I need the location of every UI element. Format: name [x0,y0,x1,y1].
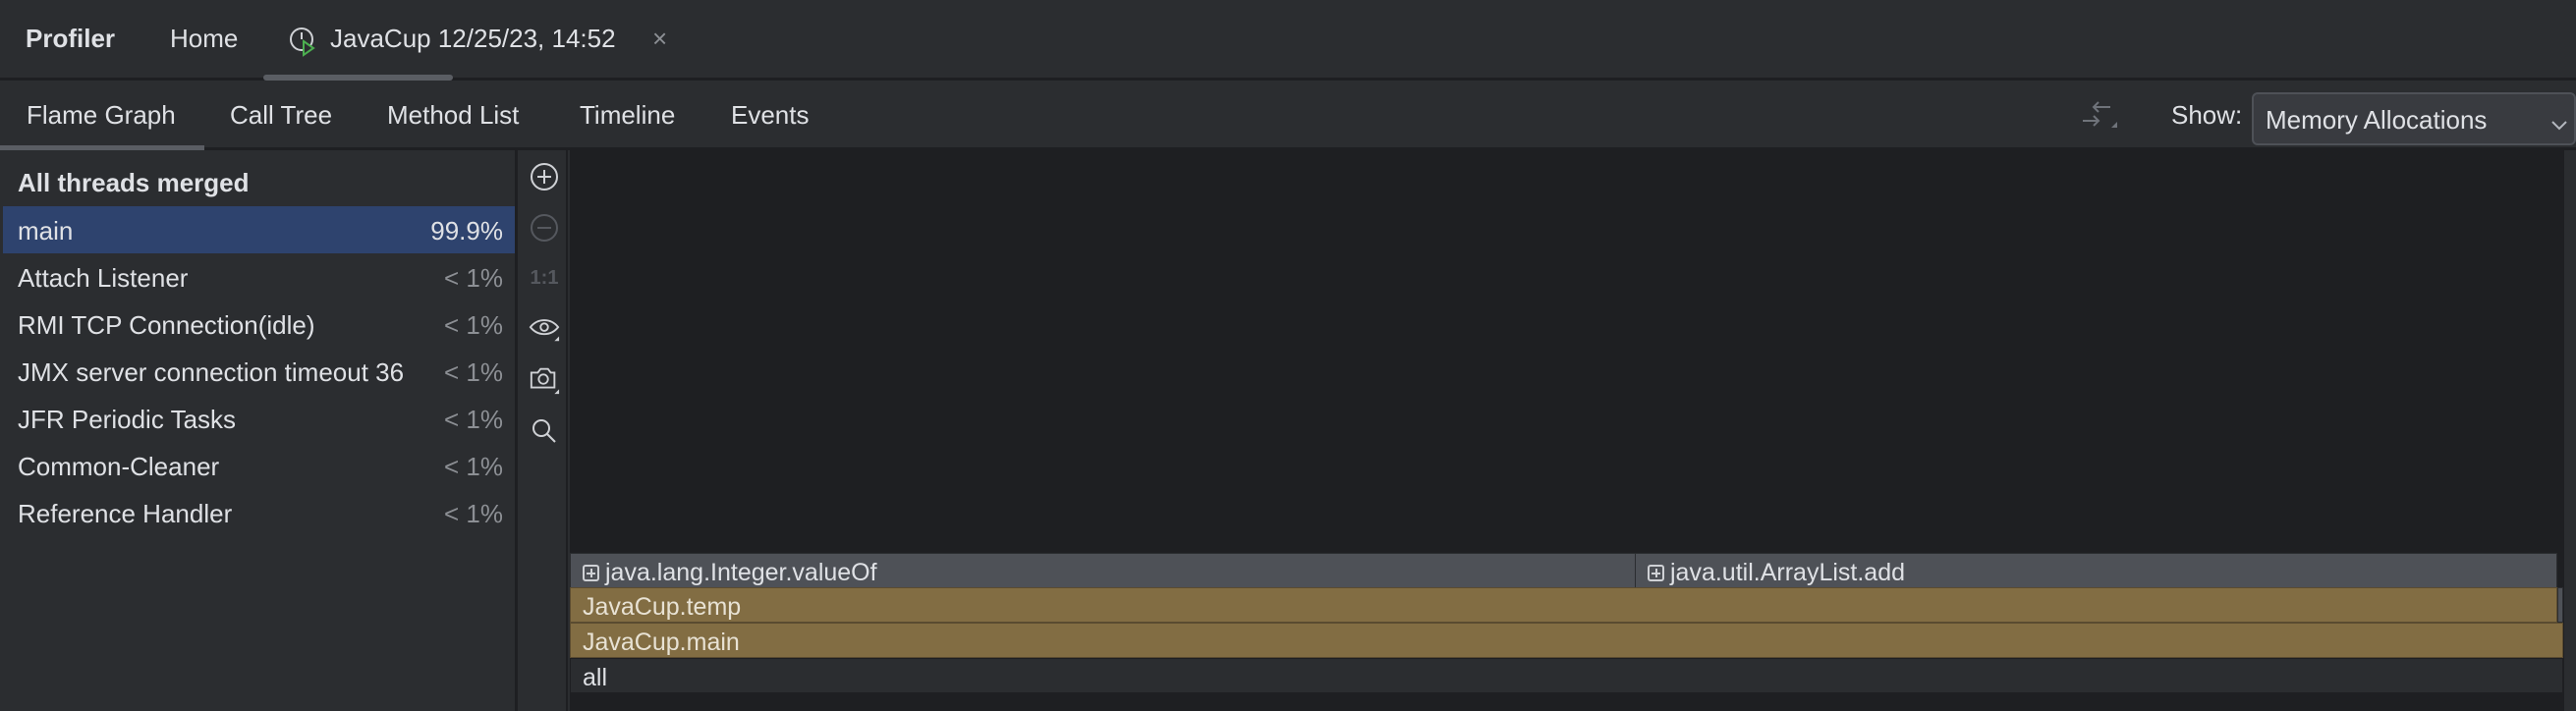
thread-name: JFR Periodic Tasks [18,405,237,434]
flame-frame-integer-valueof[interactable]: java.lang.Integer.valueOf [570,553,1636,588]
zoom-in-icon[interactable] [529,161,560,192]
frame-label: java.util.ArrayList.add [1670,559,1906,586]
view-tabs: Flame Graph Call Tree Method List Timeli… [0,83,2576,150]
thread-percent: < 1% [444,310,503,340]
thread-percent: < 1% [444,452,503,481]
app-title: Profiler [26,24,116,53]
flame-frame-javacup-main[interactable]: JavaCup.main [570,623,2563,658]
search-icon[interactable] [529,415,560,447]
tab-flame-graph[interactable]: Flame Graph [27,100,176,131]
reset-zoom-button[interactable]: 1:1 [529,262,560,294]
flame-frame-arraylist-add[interactable]: java.util.ArrayList.add [1635,553,2557,588]
eye-icon[interactable] [529,313,560,345]
thread-row[interactable]: Common-Cleaner < 1% [3,442,515,489]
thread-name: RMI TCP Connection(idle) [18,310,315,340]
frame-label: JavaCup.temp [583,593,742,621]
tab-call-tree[interactable]: Call Tree [230,100,332,131]
graph-toolbar: 1:1 [521,150,568,711]
show-label: Show: [2171,100,2243,130]
camera-icon[interactable] [529,364,560,396]
tab-method-list[interactable]: Method List [387,100,519,131]
home-tab[interactable]: Home [170,24,238,54]
thread-list-header[interactable]: All threads merged [18,168,250,198]
thread-row[interactable]: JMX server connection timeout 36 < 1% [3,348,515,395]
thread-row[interactable]: JFR Periodic Tasks < 1% [3,395,515,442]
title-bar: Profiler Home JavaCup 12/25/23, 14:52 × [0,0,2576,81]
thread-percent: < 1% [444,405,503,434]
thread-name: Common-Cleaner [18,452,220,481]
expand-icon[interactable] [583,565,599,581]
thread-percent: < 1% [444,499,503,528]
active-tab-indicator [263,75,453,81]
thread-percent: 99.9% [430,216,503,246]
thread-name: JMX server connection timeout 36 [18,357,405,387]
clock-run-icon [288,26,319,64]
thread-name: Reference Handler [18,499,233,528]
thread-row[interactable]: RMI TCP Connection(idle) < 1% [3,301,515,348]
flame-frame-small[interactable] [2557,587,2563,623]
frame-label: all [583,664,608,691]
expand-icon[interactable] [1648,565,1664,581]
compare-arrows-icon[interactable] [2081,97,2120,143]
flame-frame-all[interactable]: all [570,658,2563,693]
thread-row[interactable]: Reference Handler < 1% [3,489,515,536]
flame-graph[interactable]: java.lang.Integer.valueOf java.util.Arra… [570,150,2564,711]
thread-row[interactable]: Attach Listener < 1% [3,253,515,301]
chevron-down-icon [2550,110,2568,140]
flame-frame-javacup-temp[interactable]: JavaCup.temp [570,587,2557,623]
close-tab-icon[interactable]: × [652,24,667,54]
vertical-scrollbar[interactable] [2564,150,2576,711]
zoom-out-icon[interactable] [529,212,560,244]
thread-name: main [18,216,74,246]
show-dropdown[interactable]: Memory Allocations [2252,92,2576,145]
tab-events[interactable]: Events [731,100,810,131]
thread-percent: < 1% [444,263,503,293]
thread-row-main[interactable]: main 99.9% [3,206,515,253]
frame-label: java.lang.Integer.valueOf [605,559,877,586]
thread-name: Attach Listener [18,263,189,293]
show-selected-value: Memory Allocations [2266,105,2488,135]
frame-label: JavaCup.main [583,629,740,656]
thread-percent: < 1% [444,357,503,387]
session-tab[interactable]: JavaCup 12/25/23, 14:52 [330,24,616,54]
tab-timeline[interactable]: Timeline [580,100,675,131]
thread-list: All threads merged main 99.9% Attach List… [0,150,518,711]
